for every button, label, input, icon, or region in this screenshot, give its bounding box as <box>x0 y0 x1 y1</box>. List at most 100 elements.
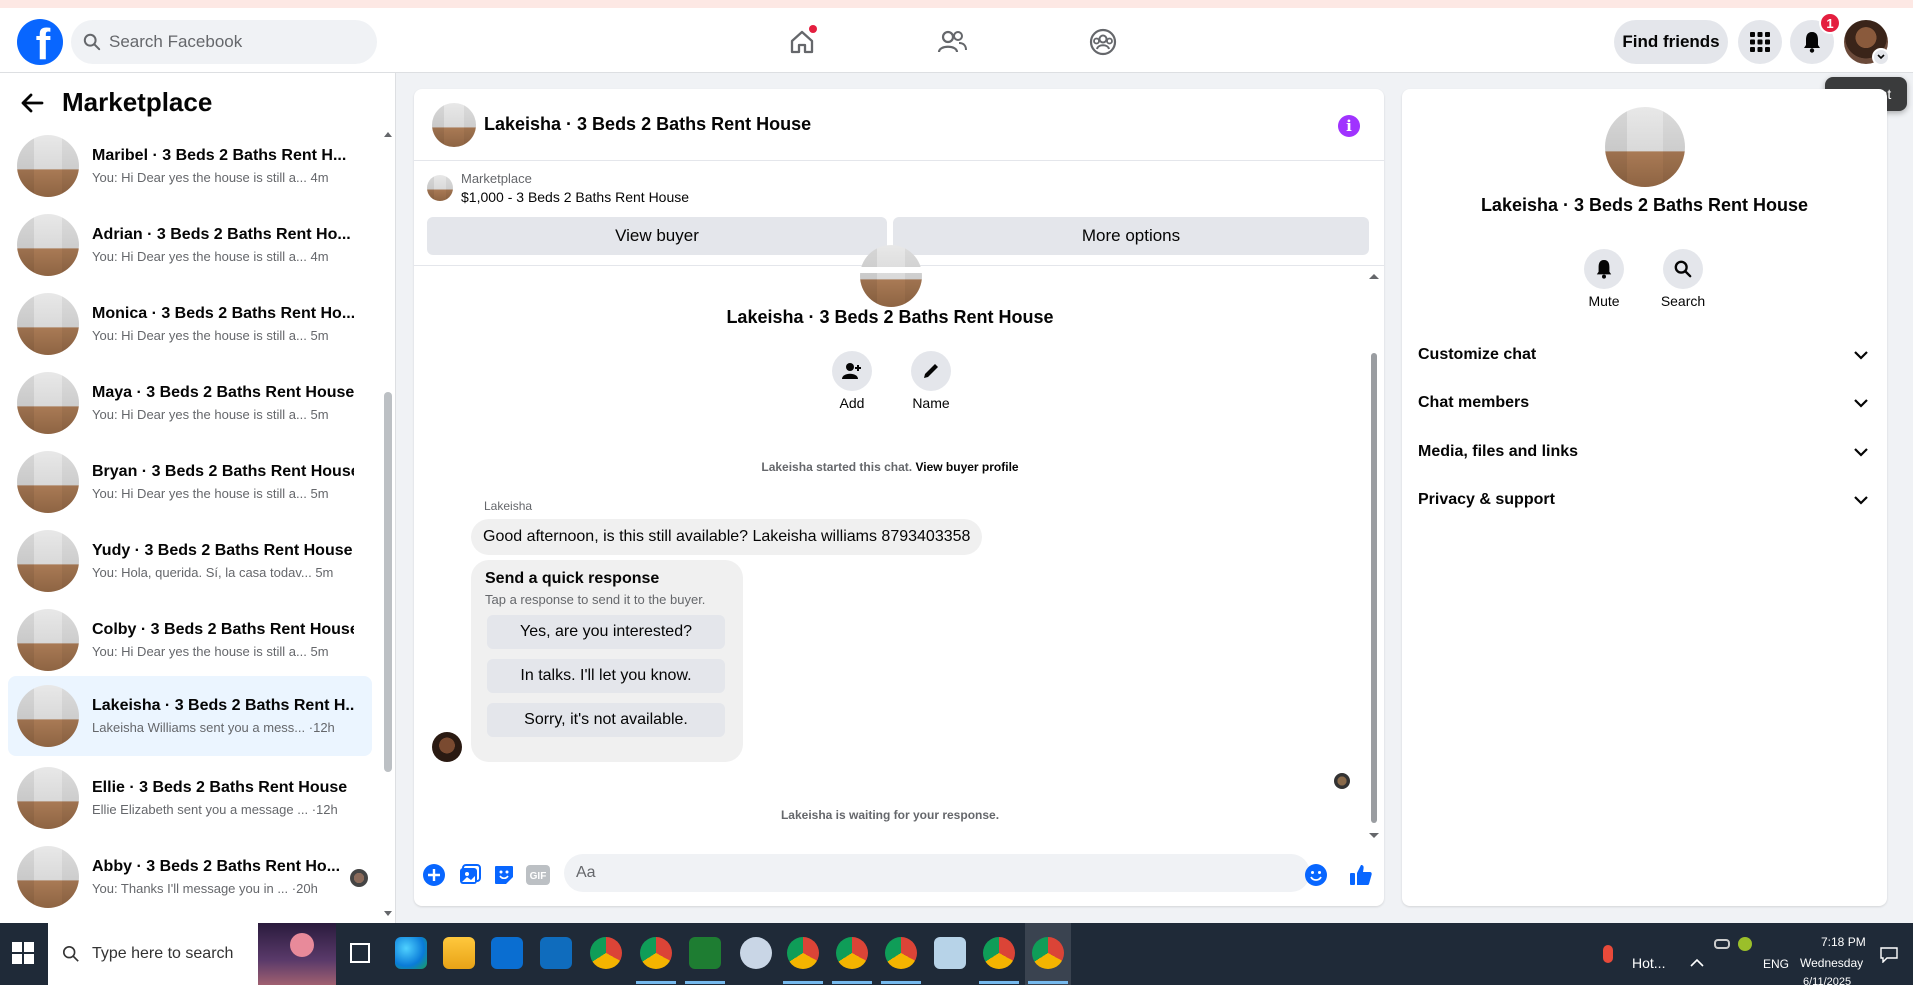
photo-icon[interactable] <box>458 863 482 887</box>
chat-header: Lakeisha · 3 Beds 2 Baths Rent House i <box>414 89 1384 161</box>
clock-date[interactable]: 6/11/2025 <box>1803 976 1851 985</box>
chat-scrollbar[interactable] <box>1369 273 1379 839</box>
groups-icon[interactable] <box>1083 22 1123 62</box>
chrome-profile-icon[interactable] <box>885 937 917 969</box>
active-app-indicator <box>881 981 921 984</box>
thumbs-up-icon[interactable] <box>1349 863 1373 887</box>
privacy-support-section[interactable]: Privacy & support <box>1418 478 1878 522</box>
weather-icon[interactable] <box>1603 945 1613 963</box>
weather-text[interactable]: Hot... <box>1632 955 1665 971</box>
chrome-icon[interactable] <box>590 937 622 969</box>
taskbar-search[interactable]: Type here to search <box>48 923 336 985</box>
more-options-button[interactable]: More options <box>893 217 1369 255</box>
scroll-down-icon[interactable] <box>1369 833 1379 839</box>
file-explorer-icon[interactable] <box>443 937 475 969</box>
chrome-profile-icon[interactable] <box>787 937 819 969</box>
mute-label: Mute <box>1588 293 1620 309</box>
gif-icon[interactable]: GIF <box>526 863 550 887</box>
microsoft-store-icon[interactable] <box>491 937 523 969</box>
mute-bell-icon[interactable] <box>1584 249 1624 289</box>
quick-response-in-talks[interactable]: In talks. I'll let you know. <box>487 659 725 693</box>
task-view-icon[interactable] <box>350 943 370 963</box>
chat-title[interactable]: Lakeisha · 3 Beds 2 Baths Rent House <box>484 114 811 135</box>
chat-list-item[interactable]: Adrian · 3 Beds 2 Baths Rent Ho... You: H… <box>8 208 372 282</box>
edge-browser-icon[interactable] <box>395 937 427 969</box>
search-bar[interactable] <box>71 20 377 64</box>
home-icon[interactable] <box>782 22 822 62</box>
active-app-indicator <box>832 981 872 984</box>
chevron-down-icon <box>1854 447 1868 457</box>
quick-response-sorry[interactable]: Sorry, it's not available. <box>487 703 725 737</box>
outlook-icon[interactable] <box>540 937 572 969</box>
chat-preview: You: Hi Dear yes the house is still a...… <box>92 407 329 422</box>
chat-list-item[interactable]: Bryan · 3 Beds 2 Baths Rent House You: Hi… <box>8 445 372 519</box>
message-bubble[interactable]: Good afternoon, is this still available?… <box>471 519 983 555</box>
chat-list-item[interactable]: Colby · 3 Beds 2 Baths Rent House You: Hi… <box>8 603 372 677</box>
chat-list-item[interactable]: Maribel · 3 Beds 2 Baths Rent H... You: H… <box>8 129 372 203</box>
chat-list-item[interactable]: Monica · 3 Beds 2 Baths Rent Ho... You: H… <box>8 287 372 361</box>
spreadsheet-icon[interactable] <box>689 937 721 969</box>
chat-list-item[interactable]: Yudy · 3 Beds 2 Baths Rent House You: Hol… <box>8 524 372 598</box>
search-input[interactable] <box>109 32 349 52</box>
chrome-active-icon[interactable] <box>1032 937 1064 969</box>
chevron-down-icon[interactable] <box>1872 48 1890 66</box>
add-people-icon[interactable] <box>832 351 872 391</box>
chat-list-item[interactable]: Abby · 3 Beds 2 Baths Rent Ho... You: Tha… <box>8 840 372 914</box>
friends-icon[interactable] <box>932 22 972 62</box>
view-buyer-profile-link[interactable]: View buyer profile <box>915 460 1018 474</box>
app-icon[interactable] <box>740 937 772 969</box>
chat-list-item-active[interactable]: Lakeisha · 3 Beds 2 Baths Rent H... Lakei… <box>8 676 372 756</box>
chat-name: Monica · 3 Beds 2 Baths Rent Ho... <box>92 305 354 322</box>
sticker-icon[interactable] <box>492 863 516 887</box>
view-buyer-button[interactable]: View buyer <box>427 217 887 255</box>
sender-avatar[interactable] <box>432 732 462 762</box>
customize-chat-section[interactable]: Customize chat <box>1418 333 1878 377</box>
listing-summary[interactable]: Marketplace $1,000 - 3 Beds 2 Baths Rent… <box>427 171 689 205</box>
facebook-logo-icon[interactable]: f <box>17 19 63 65</box>
scrollbar-thumb[interactable] <box>384 392 392 772</box>
chat-preview: You: Hi Dear yes the house is still a...… <box>92 644 329 659</box>
chat-members-section[interactable]: Chat members <box>1418 381 1878 425</box>
onedrive-icon[interactable] <box>1738 937 1752 951</box>
notification-center-icon[interactable] <box>1880 947 1898 963</box>
message-input[interactable] <box>564 854 1310 892</box>
chrome-profile-icon[interactable] <box>836 937 868 969</box>
chat-list-item[interactable]: Ellie · 3 Beds 2 Baths Rent House Ellie E… <box>8 761 372 835</box>
clock-time[interactable]: 7:18 PM <box>1821 935 1866 949</box>
chrome-profile-icon[interactable] <box>983 937 1015 969</box>
network-icon[interactable] <box>1714 939 1730 949</box>
chat-name: Yudy · 3 Beds 2 Baths Rent House <box>92 542 353 559</box>
clock-day[interactable]: Wednesday <box>1800 956 1863 970</box>
scroll-up-icon[interactable] <box>1369 273 1379 279</box>
scroll-up-icon[interactable] <box>384 131 392 137</box>
chevron-up-icon[interactable] <box>1690 958 1704 967</box>
chat-list-item[interactable]: Maya · 3 Beds 2 Baths Rent House You: Hi … <box>8 366 372 440</box>
chat-list-scrollbar[interactable] <box>384 129 392 919</box>
back-arrow-icon[interactable] <box>20 92 44 114</box>
menu-grid-icon[interactable] <box>1738 20 1782 64</box>
windows-start-icon[interactable] <box>12 942 34 964</box>
windows-taskbar: Type here to search Hot... ENG 7:18 PM W… <box>0 923 1913 985</box>
chevron-down-icon <box>1854 350 1868 360</box>
notification-count-badge: 1 <box>1819 12 1841 34</box>
edit-name-icon[interactable] <box>911 351 951 391</box>
emoji-icon[interactable] <box>1304 863 1328 887</box>
active-app-indicator <box>1028 981 1068 984</box>
media-files-links-section[interactable]: Media, files and links <box>1418 430 1878 474</box>
search-icon[interactable] <box>1663 249 1703 289</box>
plus-circle-icon[interactable] <box>422 863 446 887</box>
notepad-icon[interactable] <box>934 937 966 969</box>
language-indicator[interactable]: ENG <box>1763 957 1789 971</box>
chat-preview: Lakeisha Williams sent you a mess... ·12… <box>92 720 335 735</box>
chat-started-notice: Lakeisha started this chat. View buyer p… <box>761 460 1019 474</box>
info-icon[interactable]: i <box>1338 115 1360 137</box>
scroll-down-icon[interactable] <box>384 911 392 917</box>
quick-response-yes[interactable]: Yes, are you interested? <box>487 615 725 649</box>
scrollbar-thumb[interactable] <box>1371 353 1377 823</box>
chrome-profile-icon[interactable] <box>640 937 672 969</box>
find-friends-button[interactable]: Find friends <box>1614 20 1728 64</box>
svg-text:GIF: GIF <box>530 871 547 882</box>
chat-preview: You: Hi Dear yes the house is still a...… <box>92 170 329 185</box>
listing-thumbnail[interactable] <box>432 102 476 147</box>
chat-profile-thumbnail <box>860 245 922 307</box>
